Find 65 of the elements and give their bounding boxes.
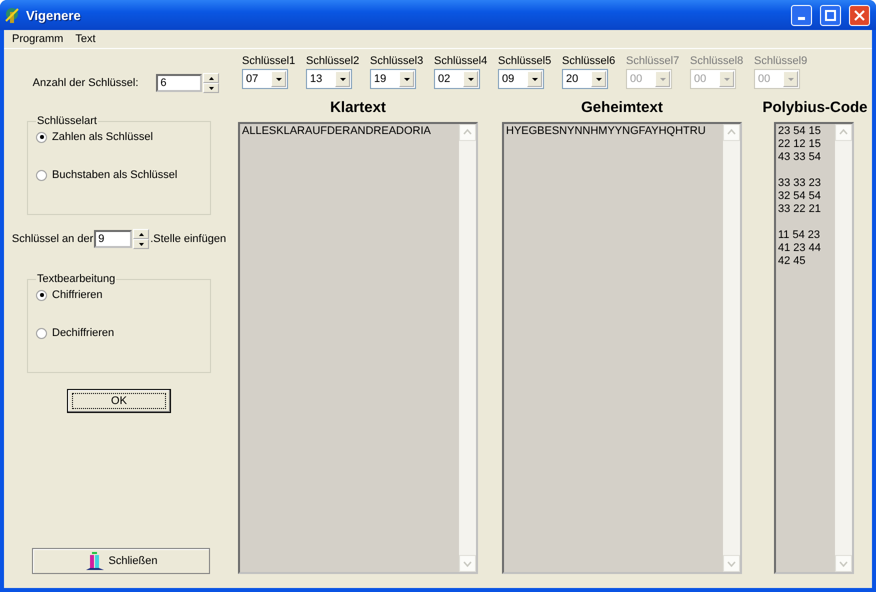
caret-icon [722,76,730,82]
key-count-field[interactable]: 6 [156,74,202,92]
key-dropdown[interactable]: 07 [242,69,288,89]
scroll-up-icon[interactable] [835,124,852,141]
panel-title: Geheimtext [580,99,664,118]
caret-icon [338,76,346,82]
key-label: Schlüssel1 [242,55,296,67]
minimize-button[interactable] [791,4,812,26]
radio-option[interactable]: Buchstaben als Schlüssel [36,169,204,181]
close-icon [854,10,865,20]
position-label: Schlüssel an der [12,233,94,245]
caret-icon [402,76,410,82]
down-arrow-icon [208,86,214,90]
radio-option[interactable]: Dechiffrieren [36,327,204,339]
key-dropdown[interactable]: 19 [370,69,416,89]
scroll-up-icon[interactable] [723,124,740,141]
spin-down-button[interactable] [133,239,150,249]
close-program-button[interactable]: Schließen [32,548,210,574]
caret-icon [274,76,282,82]
key-label: Schlüssel6 [562,55,616,67]
key-count-label: Anzahl der Schlüssel: [32,77,138,89]
key-label: Schlüssel2 [306,55,360,67]
panel-title: Klartext [329,99,387,118]
caret-icon [786,76,794,82]
group-title: Schlüsselart [36,115,98,127]
key-dropdown[interactable]: 09 [498,69,544,89]
panel-title: Polybius-Code [761,99,868,118]
key-label: Schlüssel9 [754,55,808,67]
key-dropdown[interactable]: 20 [562,69,608,89]
close-button[interactable] [849,4,870,26]
caret-icon [594,76,602,82]
up-arrow-icon [138,232,144,236]
radio-option[interactable]: Chiffrieren [36,289,204,301]
menu-item[interactable]: Text [69,33,102,45]
app-icon [4,7,20,23]
up-arrow-icon [208,76,214,80]
exit-icon [84,551,105,571]
caret-icon [466,76,474,82]
caret-icon [658,76,666,82]
maximize-button[interactable] [820,4,841,26]
key-dropdown[interactable]: 13 [306,69,352,89]
position-field[interactable]: 9 [94,230,132,248]
scroll-down-icon[interactable] [459,555,476,572]
scroll-up-icon[interactable] [459,124,476,141]
key-label: Schlüssel7 [626,55,680,67]
key-label: Schlüssel3 [370,55,424,67]
key-label: Schlüssel5 [498,55,552,67]
key-label: Schlüssel8 [690,55,744,67]
spin-up-button[interactable] [203,73,220,83]
menu-item[interactable]: Programm [6,33,70,45]
caret-icon [530,76,538,82]
spin-up-button[interactable] [133,229,150,239]
radio-option[interactable]: Zahlen als Schlüssel [36,131,204,143]
spin-down-button[interactable] [203,83,220,93]
scroll-down-icon[interactable] [835,555,852,572]
group-title: Textbearbeitung [36,273,116,285]
scroll-down-icon[interactable] [723,555,740,572]
window-title: Vigenere [26,8,82,22]
position-suffix: .Stelle einfügen [150,233,226,245]
key-label: Schlüssel4 [434,55,488,67]
key-dropdown[interactable]: 02 [434,69,480,89]
maximize-icon [825,10,836,20]
ok-button[interactable]: OK [67,389,171,413]
minimize-icon [798,16,805,20]
down-arrow-icon [138,242,144,246]
